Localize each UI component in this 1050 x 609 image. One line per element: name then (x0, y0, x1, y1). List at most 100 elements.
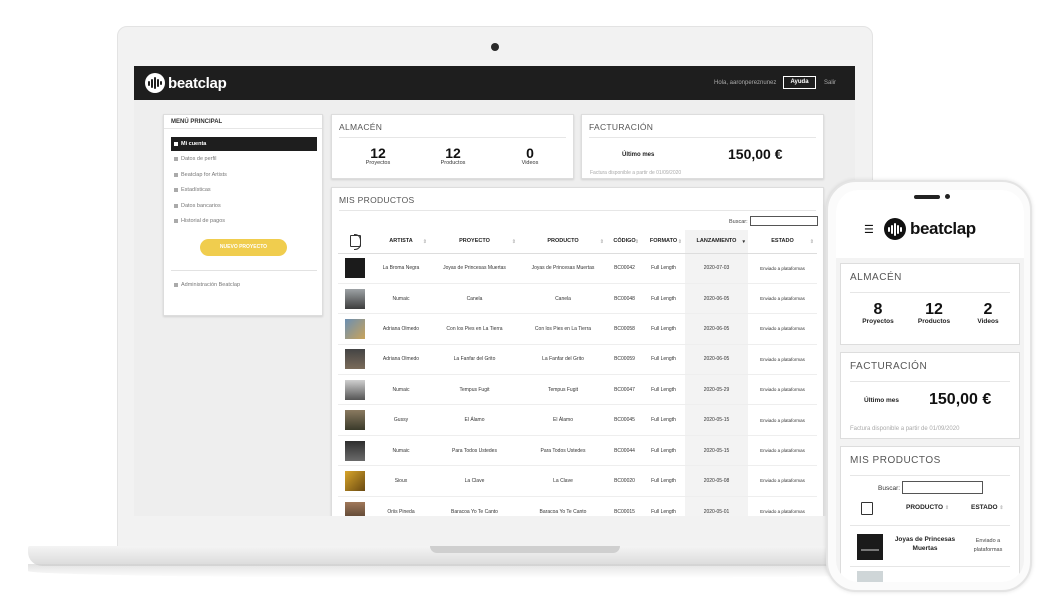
cell-proyecto: Joyas de Princesas Muertas (430, 252, 519, 284)
stat-proyectos: 8 Proyectos (853, 302, 903, 326)
cover-cell (338, 282, 372, 314)
mobile-table-row[interactable]: Joyas de Princesas Muertas Enviado a pla… (841, 527, 1019, 565)
cover-image (345, 349, 365, 370)
cell-producto: Con los Pies en La Tierra (519, 313, 607, 345)
sort-icon: ⇕ (634, 239, 639, 245)
column-header-lanzamiento[interactable]: LANZAMIENTO ▾ (685, 230, 748, 254)
table-row[interactable]: Numaic Canela Canela BC00048 Full Length 2020… (338, 282, 817, 314)
cover-cell (338, 343, 372, 375)
table-row[interactable]: Adriana Olmedo Con los Pies en La Tierra C… (338, 313, 817, 345)
new-project-button[interactable]: NUEVO PROYECTO (200, 239, 287, 256)
mobile-search-input[interactable] (902, 481, 983, 494)
cell-artista: Numaic (372, 374, 430, 405)
cell-estado: Enviado a plataformas (748, 465, 817, 497)
sidebar-item-label: Historial de pagos (181, 218, 226, 224)
cover-image (345, 258, 365, 279)
cover-column-header (338, 230, 372, 254)
cell-codigo: BC00044 (607, 434, 642, 466)
table-row[interactable]: Gussy El Álamo El Álamo BC00045 Full Length 2… (338, 404, 817, 436)
sidebar-item-beatclap-for-artists[interactable]: Beatclap for Artists (171, 168, 317, 182)
column-header-label: ESTADO (971, 504, 998, 511)
search-input[interactable] (750, 216, 818, 226)
column-header-proyecto[interactable]: PROYECTO ⇕ (430, 230, 519, 254)
cover-cell (338, 495, 372, 516)
sort-icon: ⇕ (809, 239, 814, 245)
table-header-row: ARTISTA ⇕ PROYECTO ⇕ PRODUCTO ⇕ CÓDIGO ⇕ FOR… (338, 230, 817, 254)
sidebar-bullet-icon (174, 219, 178, 223)
brand-name: beatclap (910, 219, 976, 238)
sidebar: MENÚ PRINCIPAL Mi cuenta Datos de perfil… (163, 114, 323, 316)
help-button[interactable]: Ayuda (783, 76, 816, 89)
sidebar-item-historial-de-pagos[interactable]: Historial de pagos (171, 214, 317, 228)
billing-note: Factura disponible a partir de 01/09/202… (850, 426, 960, 432)
table-row[interactable]: Adriana Olmedo La Fanfar del Grito La Fanf… (338, 343, 817, 375)
column-header-label: ARTISTA (389, 238, 413, 245)
sidebar-item-mi-cuenta[interactable]: Mi cuenta (171, 137, 317, 151)
card-divider (850, 292, 1010, 293)
column-header-estado[interactable]: ESTADO ⇕ (748, 230, 817, 254)
table-divider (850, 566, 1010, 567)
column-header-label: LANZAMIENTO (696, 238, 737, 245)
table-row[interactable]: Numaic Tempus Fugit Tempus Fugit BC00047 Ful… (338, 374, 817, 405)
sidebar-item-label: Datos de perfil (181, 156, 217, 162)
sidebar-item-administracion[interactable]: Administración Beatclap (171, 278, 317, 292)
beatclap-logo-icon (145, 73, 165, 93)
billing-amount: 150,00 € (728, 146, 783, 162)
sort-icon: ⇕ (677, 239, 682, 245)
stat-videos: 0 Videos (500, 146, 560, 166)
sidebar-bullet-icon (174, 283, 178, 287)
table-row[interactable]: Numaic Para Todos Ustedes Para Todos Usted… (338, 434, 817, 466)
sidebar-item-estadisticas[interactable]: Estadísticas (171, 183, 317, 197)
sort-icon: ⇕ (599, 239, 604, 245)
column-header-label: FORMATO (649, 238, 678, 245)
sort-icon: ⇕ (944, 505, 950, 511)
laptop-camera (491, 43, 499, 51)
table-row[interactable]: La Broma Negra Joyas de Princesas Muertas… (338, 252, 817, 284)
sidebar-bullet-icon (174, 157, 178, 161)
stat-productos: 12 Productos (909, 301, 959, 326)
cell-formato: Full Length (642, 434, 685, 466)
stat-productos: 12 Productos (423, 146, 483, 166)
product-name: Joyas de Princesas Muertas (894, 536, 956, 552)
stat-proyectos: 12 Proyectos (348, 146, 408, 166)
cell-producto: La Clave (519, 465, 607, 497)
cell-codigo: BC00042 (607, 252, 642, 284)
table-row[interactable]: Oriis Pineda Baracoa Yo Te Canto Baracoa Y… (338, 495, 817, 516)
cover-cell (338, 313, 372, 345)
cover-image (857, 571, 883, 582)
cell-artista: Numaic (372, 282, 430, 314)
column-header-label: PRODUCTO (547, 238, 579, 245)
cover-image (345, 501, 365, 516)
cell-formato: Full Length (642, 343, 685, 375)
cell-lanzamiento: 2020-05-29 (685, 374, 748, 405)
user-greeting: Hola, aaronpereznunez (714, 80, 777, 86)
card-divider (339, 210, 816, 211)
column-header-artista[interactable]: ARTISTA ⇕ (372, 230, 430, 254)
sidebar-item-label: Mi cuenta (181, 141, 207, 147)
column-header-producto[interactable]: PRODUCTO ⇕ (519, 230, 607, 254)
cell-proyecto: La Clave (430, 465, 519, 497)
mobile-brand-logo[interactable]: beatclap (884, 218, 976, 240)
sidebar-item-datos-bancarios[interactable]: Datos bancarios (171, 199, 317, 213)
column-header-formato[interactable]: FORMATO ⇕ (642, 230, 685, 254)
cell-artista: Gussy (372, 404, 430, 436)
column-header-producto[interactable]: PRODUCTO ⇕ (906, 504, 949, 511)
logout-link[interactable]: Salir (824, 80, 836, 86)
phone-speaker (914, 195, 940, 199)
sidebar-item-datos-de-perfil[interactable]: Datos de perfil (171, 152, 317, 166)
cell-artista: La Broma Negra (372, 252, 430, 284)
brand-logo[interactable]: beatclap (145, 73, 227, 93)
cell-lanzamiento: 2020-05-08 (685, 465, 748, 497)
stat-label: Productos (440, 160, 466, 166)
column-header-codigo[interactable]: CÓDIGO ⇕ (607, 230, 642, 254)
stat-label: Productos (917, 318, 951, 325)
table-row[interactable]: Sioux La Clave La Clave BC00020 Full Length 2… (338, 465, 817, 497)
cell-estado: Enviado a plataformas (748, 495, 817, 516)
sidebar-bullet-icon (174, 188, 178, 192)
cell-artista: Oriis Pineda (372, 495, 430, 516)
stat-value: 12 (925, 301, 943, 318)
cell-codigo: BC00059 (607, 343, 642, 375)
column-header-estado[interactable]: ESTADO ⇕ (971, 504, 1004, 511)
menu-icon[interactable]: ☰ (864, 223, 874, 236)
cell-producto: Para Todos Ustedes (519, 434, 607, 466)
